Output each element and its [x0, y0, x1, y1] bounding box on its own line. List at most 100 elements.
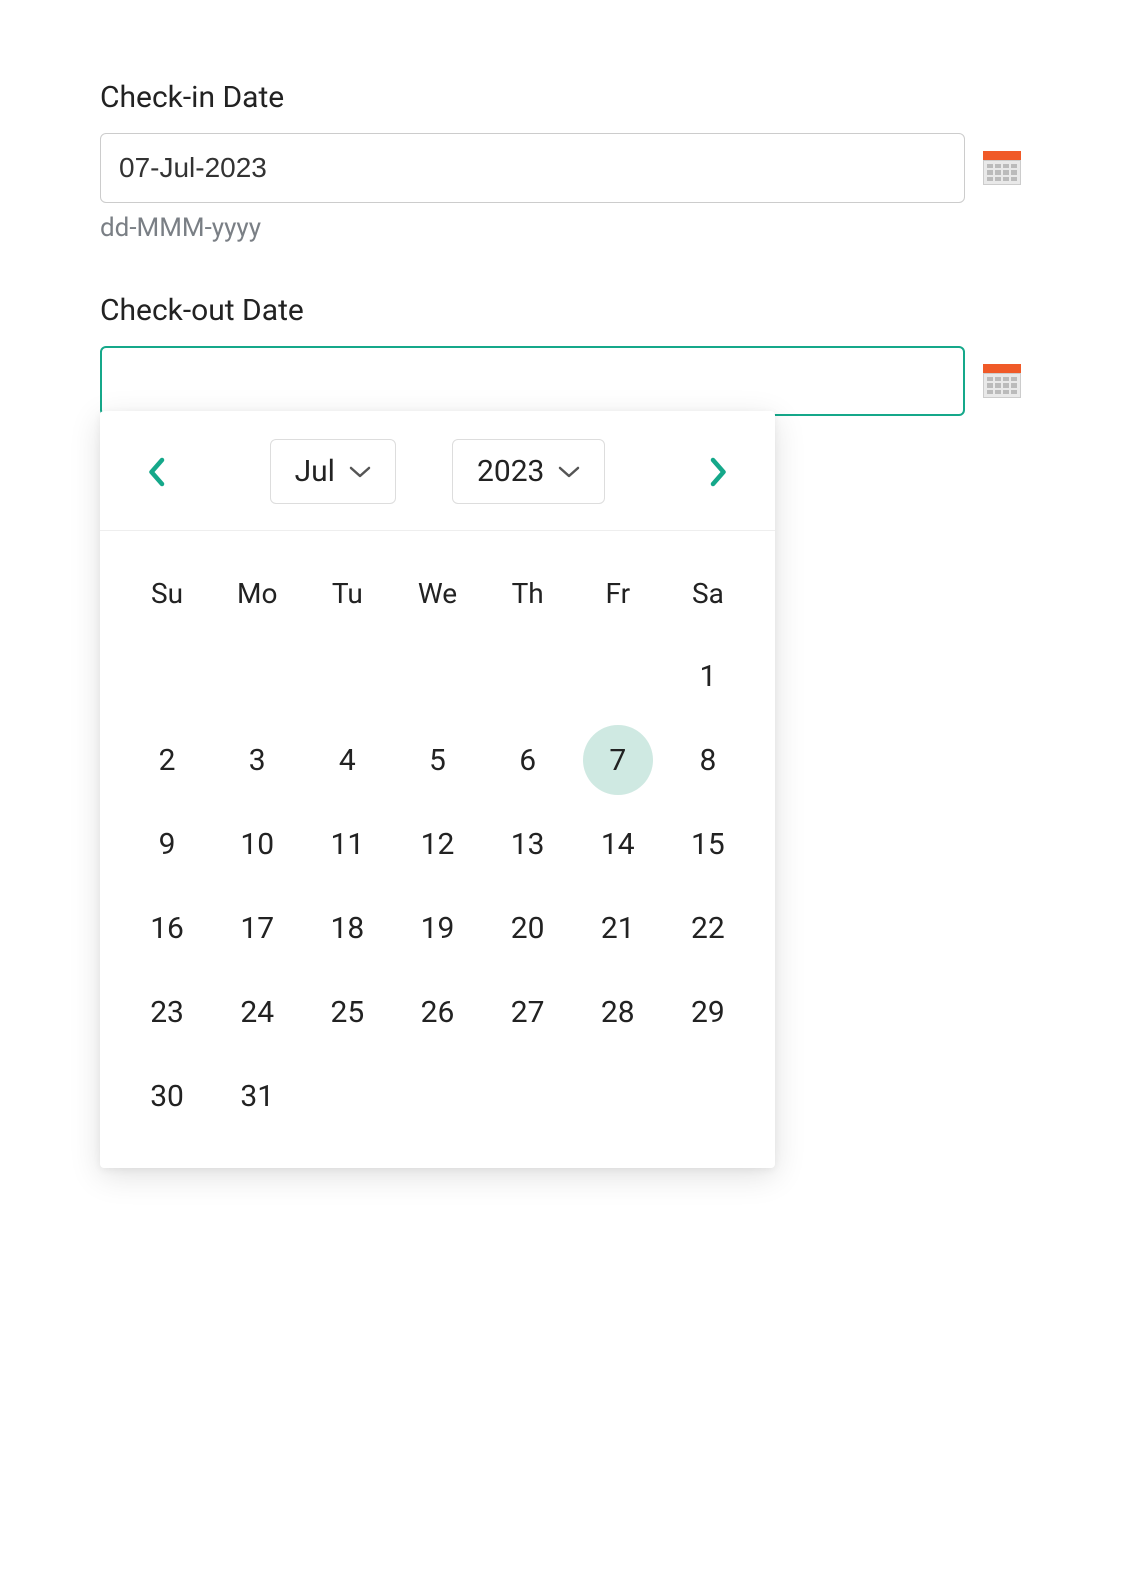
checkin-input[interactable] — [100, 133, 965, 203]
calendar-day[interactable]: 13 — [483, 802, 573, 886]
calendar-week-row: 1 — [122, 634, 753, 718]
calendar-day-number: 11 — [312, 809, 382, 879]
calendar-day[interactable]: 27 — [483, 970, 573, 1054]
calendar-day[interactable]: 8 — [663, 718, 753, 802]
calendar-day-number: 20 — [493, 893, 563, 963]
calendar-day[interactable]: 20 — [483, 886, 573, 970]
calendar-day-number: 2 — [132, 725, 202, 795]
calendar-day-number: 15 — [673, 809, 743, 879]
calendar-day-number: 19 — [402, 893, 472, 963]
calendar-day[interactable]: 29 — [663, 970, 753, 1054]
calendar-day[interactable]: 2 — [122, 718, 212, 802]
next-month-button[interactable] — [703, 456, 735, 488]
calendar-empty-cell — [212, 634, 302, 718]
calendar-day-number: 25 — [312, 977, 382, 1047]
calendar-day-number: 21 — [583, 893, 653, 963]
calendar-day[interactable]: 6 — [483, 718, 573, 802]
calendar-day[interactable]: 17 — [212, 886, 302, 970]
chevron-left-icon — [147, 457, 165, 487]
calendar-day[interactable]: 24 — [212, 970, 302, 1054]
calendar-day[interactable]: 15 — [663, 802, 753, 886]
calendar-day[interactable]: 18 — [302, 886, 392, 970]
calendar-day[interactable]: 19 — [392, 886, 482, 970]
calendar-day[interactable]: 12 — [392, 802, 482, 886]
day-of-week-row: SuMoTuWeThFrSa — [122, 565, 753, 634]
calendar-week-row: 23 24 25 26 27 2829 — [122, 970, 753, 1054]
calendar-day[interactable]: 25 — [302, 970, 392, 1054]
calendar-day[interactable]: 9 — [122, 802, 212, 886]
year-select-label: 2023 — [477, 454, 544, 489]
day-of-week-cell: Su — [122, 565, 212, 634]
calendar-empty-cell — [392, 634, 482, 718]
calendar-day[interactable]: 28 — [573, 970, 663, 1054]
calendar-day[interactable]: 23 — [122, 970, 212, 1054]
calendar-empty-cell — [573, 1054, 663, 1138]
day-of-week-cell: Tu — [302, 565, 392, 634]
checkout-input-row — [100, 346, 1021, 416]
calendar-day[interactable]: 22 — [663, 886, 753, 970]
chevron-right-icon — [710, 457, 728, 487]
checkout-field: Check-out Date Jul 2023 — [100, 293, 1021, 416]
month-year-selectors: Jul 2023 — [270, 439, 606, 504]
calendar-day-number: 28 — [583, 977, 653, 1047]
calendar-day[interactable]: 5 — [392, 718, 482, 802]
calendar-empty-cell — [122, 634, 212, 718]
calendar-day-number: 6 — [493, 725, 563, 795]
calendar-day-number: 5 — [402, 725, 472, 795]
day-of-week-cell: Th — [483, 565, 573, 634]
calendar-week-row: 2345678 — [122, 718, 753, 802]
calendar-day-number: 27 — [493, 977, 563, 1047]
chevron-down-icon — [349, 465, 371, 479]
day-of-week-cell: Fr — [573, 565, 663, 634]
calendar-day[interactable]: 14 — [573, 802, 663, 886]
calendar-empty-cell — [483, 1054, 573, 1138]
calendar-day-number: 9 — [132, 809, 202, 879]
prev-month-button[interactable] — [140, 456, 172, 488]
calendar-day[interactable]: 11 — [302, 802, 392, 886]
calendar-day-number: 22 — [673, 893, 743, 963]
calendar-day[interactable]: 3 — [212, 718, 302, 802]
day-of-week-cell: Mo — [212, 565, 302, 634]
calendar-day[interactable]: 7 — [573, 718, 663, 802]
checkin-label: Check-in Date — [100, 80, 1021, 115]
checkout-label: Check-out Date — [100, 293, 1021, 328]
calendar-day-number: 7 — [583, 725, 653, 795]
month-select[interactable]: Jul — [270, 439, 396, 504]
calendar-week-row: 30 31 — [122, 1054, 753, 1138]
calendar-day-number: 1 — [673, 641, 743, 711]
calendar-icon[interactable] — [983, 151, 1021, 185]
calendar-day-number: 31 — [222, 1061, 292, 1131]
calendar-day[interactable]: 21 — [573, 886, 663, 970]
calendar-day-number: 23 — [132, 977, 202, 1047]
calendar-day-number: 30 — [132, 1061, 202, 1131]
checkin-input-row — [100, 133, 1021, 203]
calendar-empty-cell — [302, 1054, 392, 1138]
calendar-grid: SuMoTuWeThFrSa 1234567891011121314151617… — [100, 531, 775, 1138]
calendar-day[interactable]: 30 — [122, 1054, 212, 1138]
calendar-day[interactable]: 31 — [212, 1054, 302, 1138]
calendar-day-number: 3 — [222, 725, 292, 795]
calendar-day[interactable]: 26 — [392, 970, 482, 1054]
calendar-day[interactable]: 1 — [663, 634, 753, 718]
calendar-day-number: 8 — [673, 725, 743, 795]
chevron-down-icon — [558, 465, 580, 479]
calendar-popup: Jul 2023 SuMoTuWeThFrSa 1234567891011121… — [100, 411, 775, 1168]
calendar-day-number: 18 — [312, 893, 382, 963]
calendar-day-number: 10 — [222, 809, 292, 879]
checkout-input[interactable] — [100, 346, 965, 416]
calendar-day-number: 13 — [493, 809, 563, 879]
checkin-field: Check-in Date dd-MMM-yyyy — [100, 80, 1021, 243]
calendar-icon[interactable] — [983, 364, 1021, 398]
calendar-day[interactable]: 10 — [212, 802, 302, 886]
calendar-day[interactable]: 16 — [122, 886, 212, 970]
calendar-day-number: 26 — [402, 977, 472, 1047]
month-select-label: Jul — [295, 454, 335, 489]
calendar-day-number: 4 — [312, 725, 382, 795]
calendar-day[interactable]: 4 — [302, 718, 392, 802]
calendar-week-row: 9 10 11 12 131415 — [122, 802, 753, 886]
year-select[interactable]: 2023 — [452, 439, 605, 504]
calendar-empty-cell — [663, 1054, 753, 1138]
calendar-day-number: 24 — [222, 977, 292, 1047]
calendar-day-number: 12 — [402, 809, 472, 879]
calendar-empty-cell — [302, 634, 392, 718]
